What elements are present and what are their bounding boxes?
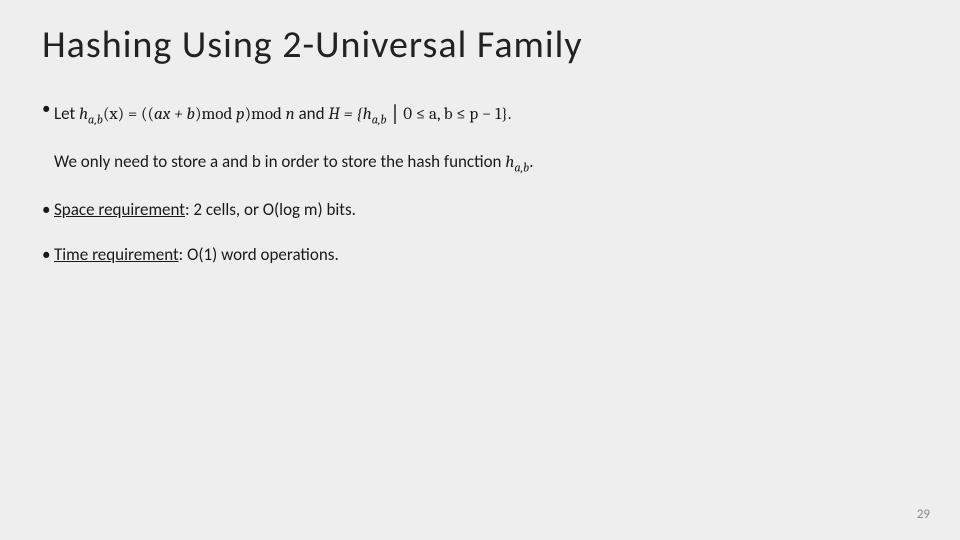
h-subscript-3: a,b	[514, 161, 529, 175]
bullet-definition: • Let ha,b(x) = ((ax + b)mod p)mod n and…	[42, 98, 918, 177]
store-text: We only need to store a and b in order t…	[54, 151, 505, 172]
slide-body: • Let ha,b(x) = ((ax + b)mod p)mod n and…	[42, 98, 918, 267]
p-symbol: p	[236, 105, 245, 124]
h-symbol-2: h	[363, 105, 372, 124]
close-brace: }.	[501, 105, 511, 124]
n-symbol: n	[286, 105, 295, 124]
time-req-content: Time requirement: O(1) word operations.	[54, 244, 918, 267]
h-symbol-3: h	[505, 153, 514, 172]
mod-n-op: mod	[251, 105, 286, 124]
bullet-time-requirement: • Time requirement: O(1) word operations…	[42, 244, 918, 267]
definition-content: Let ha,b(x) = ((ax + b)mod p)mod n and H…	[54, 98, 918, 177]
time-req-text: : O(1) word operations.	[179, 244, 339, 265]
slide-title: Hashing Using 2-Universal Family	[42, 22, 918, 68]
h-symbol: h	[79, 105, 88, 124]
H-open: H = {	[328, 105, 362, 124]
and-text: and	[295, 103, 329, 124]
slide: Hashing Using 2-Universal Family • Let h…	[0, 0, 960, 540]
set-bar: |	[387, 101, 404, 127]
store-note: We only need to store a and b in order t…	[54, 151, 918, 177]
let-text: Let	[54, 103, 79, 124]
mod-p-op: mod	[201, 105, 236, 124]
h-subscript: a,b	[88, 113, 103, 127]
bullet-space-requirement: • Space requirement: 2 cells, or O(log m…	[42, 199, 918, 222]
bullet-icon: •	[42, 98, 54, 121]
time-req-label: Time requirement	[54, 244, 179, 265]
page-number: 29	[917, 507, 930, 522]
ax-plus-b: ax + b	[154, 105, 195, 124]
store-dot: .	[529, 151, 533, 172]
space-req-text: : 2 cells, or O(log m) bits.	[185, 199, 356, 220]
range-text: 0 ≤ a, b ≤ p − 1	[403, 105, 501, 124]
bullet-icon: •	[42, 244, 54, 267]
bullet-icon: •	[42, 199, 54, 222]
h-subscript-2: a,b	[372, 113, 387, 127]
space-req-content: Space requirement: 2 cells, or O(log m) …	[54, 199, 918, 222]
hash-function-definition: Let ha,b(x) = ((ax + b)mod p)mod n and H…	[54, 98, 918, 129]
space-req-label: Space requirement	[54, 199, 185, 220]
x-open: (x) =	[103, 105, 141, 124]
